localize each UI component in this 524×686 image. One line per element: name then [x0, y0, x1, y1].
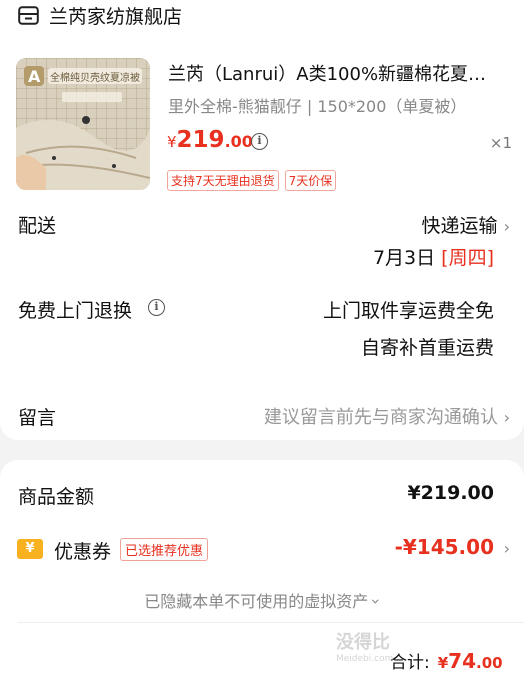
delivery-weekday: [周四]	[441, 247, 494, 269]
return-selfsend-text: 自寄补首重运费	[360, 337, 494, 359]
total-symbol: ¥	[437, 654, 449, 672]
delivery-date: 7月3日	[372, 247, 436, 269]
store-icon	[18, 5, 39, 25]
price-symbol: ¥	[167, 133, 177, 151]
coupon-recommend-badge: 已选推荐优惠	[120, 538, 209, 561]
goods-amount-label: 商品金额	[18, 486, 95, 508]
watermark-text: 没得比	[336, 632, 390, 653]
chevron-right-icon: ›	[503, 408, 510, 427]
product-price: ¥ 219 .00	[167, 127, 253, 153]
order-total: 合计: ¥ 74 .00	[390, 648, 503, 673]
price-decimal: .00	[224, 132, 253, 151]
delivery-label: 配送	[18, 215, 57, 237]
remark-input[interactable]: 建议留言前先与商家沟通确认 ›	[264, 403, 510, 429]
chevron-down-icon: ›	[367, 598, 387, 605]
store-name: 兰芮家纺旗舰店	[49, 5, 183, 28]
return-pickup-text: 上门取件享运费全免	[322, 300, 494, 322]
remark-label: 留言	[18, 407, 57, 429]
total-decimal: .00	[476, 654, 503, 672]
product-quantity: ×1	[489, 134, 512, 152]
return-info-icon[interactable]: i	[148, 299, 165, 316]
tag-7day-return: 支持7天无理由退货	[167, 170, 279, 191]
order-confirm-page: 兰芮家纺旗舰店 A 全棉纯贝壳纹夏凉被 兰芮（Lanrui）A类100%新疆棉花…	[0, 0, 524, 686]
service-tags: 支持7天无理由退货 7天价保	[167, 170, 337, 191]
watermark-logo: 没得比 Meidebi.com	[336, 628, 393, 664]
product-thumbnail[interactable]: A 全棉纯贝壳纹夏凉被	[16, 58, 150, 190]
watermark-sub: Meidebi.com	[336, 654, 394, 664]
delivery-date-row[interactable]: 7月3日 [周四]	[373, 243, 494, 270]
coupon-discount[interactable]: -¥145.00	[395, 535, 494, 559]
coupon-label[interactable]: 优惠券	[54, 537, 111, 564]
chevron-right-icon: ›	[503, 217, 510, 236]
thumb-badge: A	[28, 67, 41, 86]
product-title[interactable]: 兰芮（Lanrui）A类100%新疆棉花夏…	[168, 60, 518, 86]
store-header[interactable]: 兰芮家纺旗舰店	[18, 2, 182, 28]
product-sku[interactable]: 里外全棉-熊猫靓仔 | 150*200（单夏被）	[168, 93, 466, 117]
tag-price-protect: 7天价保	[284, 170, 337, 191]
divider	[18, 622, 524, 623]
delivery-method-row[interactable]: 快递运输 ›	[422, 211, 510, 238]
return-service-label: 免费上门退换	[18, 300, 133, 322]
coupon-icon: ¥	[17, 539, 43, 559]
price-summary-card: 商品金额 ¥219.00 ¥ 优惠券 已选推荐优惠 -¥145.00 › 已隐藏…	[0, 460, 524, 686]
hidden-assets-toggle[interactable]: 已隐藏本单不可使用的虚拟资产 ›	[0, 588, 524, 612]
price-info-icon[interactable]: i	[251, 133, 268, 150]
remark-placeholder: 建议留言前先与商家沟通确认	[263, 407, 498, 428]
total-integer: 74	[448, 649, 477, 673]
thumb-text: 全棉纯贝壳纹夏凉被	[50, 73, 140, 84]
price-integer: 219	[176, 127, 225, 153]
total-label: 合计:	[390, 653, 430, 673]
goods-amount: ¥219.00	[407, 482, 494, 504]
chevron-right-icon[interactable]: ›	[504, 539, 510, 558]
hidden-assets-text: 已隐藏本单不可使用的虚拟资产	[144, 592, 369, 611]
delivery-method: 快递运输	[421, 215, 498, 237]
order-item-card: 兰芮家纺旗舰店 A 全棉纯贝壳纹夏凉被 兰芮（Lanrui）A类100%新疆棉花…	[0, 0, 524, 440]
